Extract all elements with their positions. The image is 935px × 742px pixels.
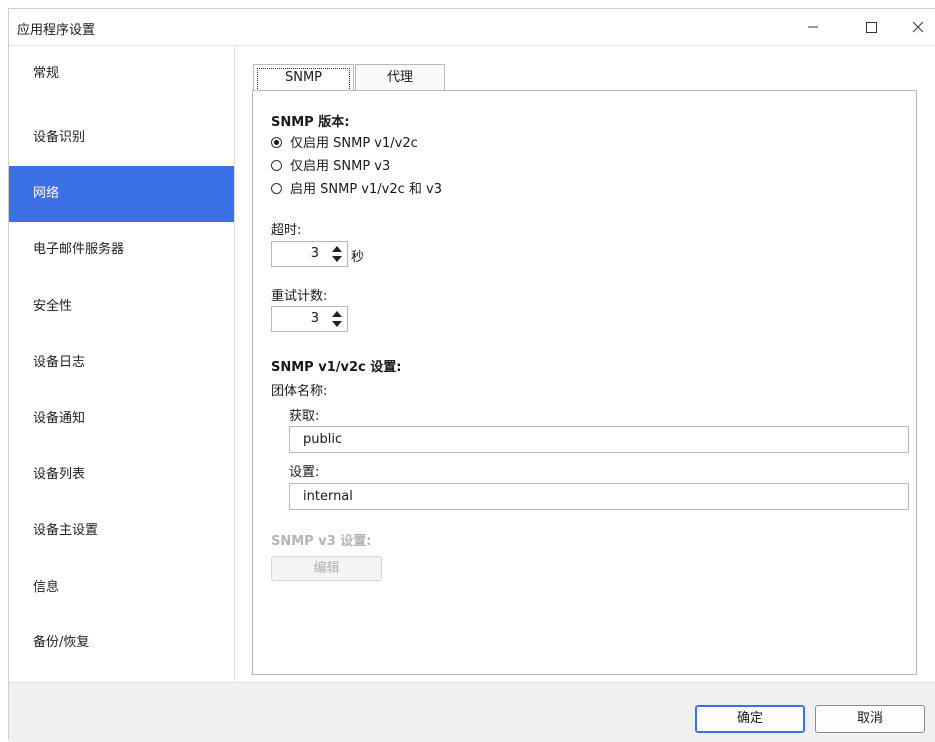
radio-unchecked-icon [271, 160, 282, 171]
snmp-v3-settings-title: SNMP v3 设置: [271, 534, 372, 549]
sidebar-item-device-log[interactable]: 设备日志 [9, 335, 234, 391]
sidebar-item-device-identification[interactable]: 设备识别 [9, 110, 234, 166]
edit-v3-button[interactable]: 编辑 [271, 556, 382, 581]
tab-proxy-label: 代理 [386, 70, 413, 85]
sidebar-item-security[interactable]: 安全性 [9, 279, 234, 335]
sidebar-item-device-master-settings[interactable]: 设备主设置 [9, 503, 234, 559]
timeout-unit: 秒 [351, 250, 365, 265]
maximize-icon [866, 22, 877, 33]
close-icon [912, 21, 924, 33]
radio-unchecked-icon [271, 183, 282, 194]
timeout-value: 3 [310, 246, 319, 261]
cancel-button[interactable]: 取消 [815, 705, 925, 733]
timeout-spinbox[interactable]: 3 [271, 241, 348, 267]
window-title: 应用程序设置 [17, 23, 96, 38]
radio-label: 启用 SNMP v1/v2c 和 v3 [290, 182, 442, 197]
spin-arrows-icon[interactable] [331, 310, 343, 328]
spin-arrows-icon[interactable] [331, 245, 343, 263]
sidebar-item-network[interactable]: 网络 [9, 166, 234, 222]
retry-count-label: 重试计数: [271, 289, 328, 304]
timeout-label: 超时: [271, 223, 302, 238]
tab-proxy[interactable]: 代理 [355, 64, 445, 91]
get-community-label: 获取: [289, 409, 320, 424]
snmp-v1v2c-settings-title: SNMP v1/v2c 设置: [271, 360, 402, 375]
sidebar-item-email-server[interactable]: 电子邮件服务器 [9, 222, 234, 278]
title-bar: 应用程序设置 [9, 9, 935, 46]
dialog-footer: 确定 取消 [9, 682, 935, 742]
community-name-label: 团体名称: [271, 384, 328, 399]
set-community-input[interactable] [289, 483, 909, 510]
radio-v3-only[interactable]: 仅启用 SNMP v3 [271, 158, 390, 176]
close-button[interactable] [906, 15, 930, 39]
minimize-button[interactable] [801, 15, 825, 39]
tab-focus-ring [257, 68, 350, 91]
settings-window: 应用程序设置 常规 设备识别 网络 电子邮件服务器 安全性 设备日志 设备通知 … [8, 8, 935, 742]
ok-button[interactable]: 确定 [695, 705, 805, 733]
settings-sidebar: 常规 设备识别 网络 电子邮件服务器 安全性 设备日志 设备通知 设备列表 设备… [9, 46, 235, 682]
sidebar-item-device-notification[interactable]: 设备通知 [9, 391, 234, 447]
radio-checked-icon [271, 137, 282, 148]
minimize-icon [808, 26, 818, 28]
radio-v1v2c-and-v3[interactable]: 启用 SNMP v1/v2c 和 v3 [271, 181, 442, 199]
retry-count-value: 3 [310, 311, 319, 326]
set-community-label: 设置: [289, 465, 320, 480]
snmp-panel: SNMP 版本: 仅启用 SNMP v1/v2c 仅启用 SNMP v3 启用 … [252, 90, 917, 675]
sidebar-item-device-list[interactable]: 设备列表 [9, 447, 234, 503]
get-community-input[interactable] [289, 426, 909, 453]
radio-label: 仅启用 SNMP v1/v2c [290, 136, 418, 151]
retry-count-spinbox[interactable]: 3 [271, 306, 348, 332]
radio-label: 仅启用 SNMP v3 [290, 159, 391, 174]
sidebar-item-info[interactable]: 信息 [9, 560, 234, 616]
tab-snmp[interactable]: SNMP [253, 64, 354, 91]
radio-v1v2c-only[interactable]: 仅启用 SNMP v1/v2c [271, 135, 418, 153]
settings-content: SNMP 代理 SNMP 版本: 仅启用 SNMP v1/v2c 仅启用 SNM… [235, 46, 935, 682]
sidebar-item-backup-restore[interactable]: 备份/恢复 [9, 615, 234, 671]
sidebar-item-general[interactable]: 常规 [9, 46, 234, 102]
maximize-button[interactable] [859, 15, 883, 39]
snmp-version-title: SNMP 版本: [271, 115, 350, 130]
